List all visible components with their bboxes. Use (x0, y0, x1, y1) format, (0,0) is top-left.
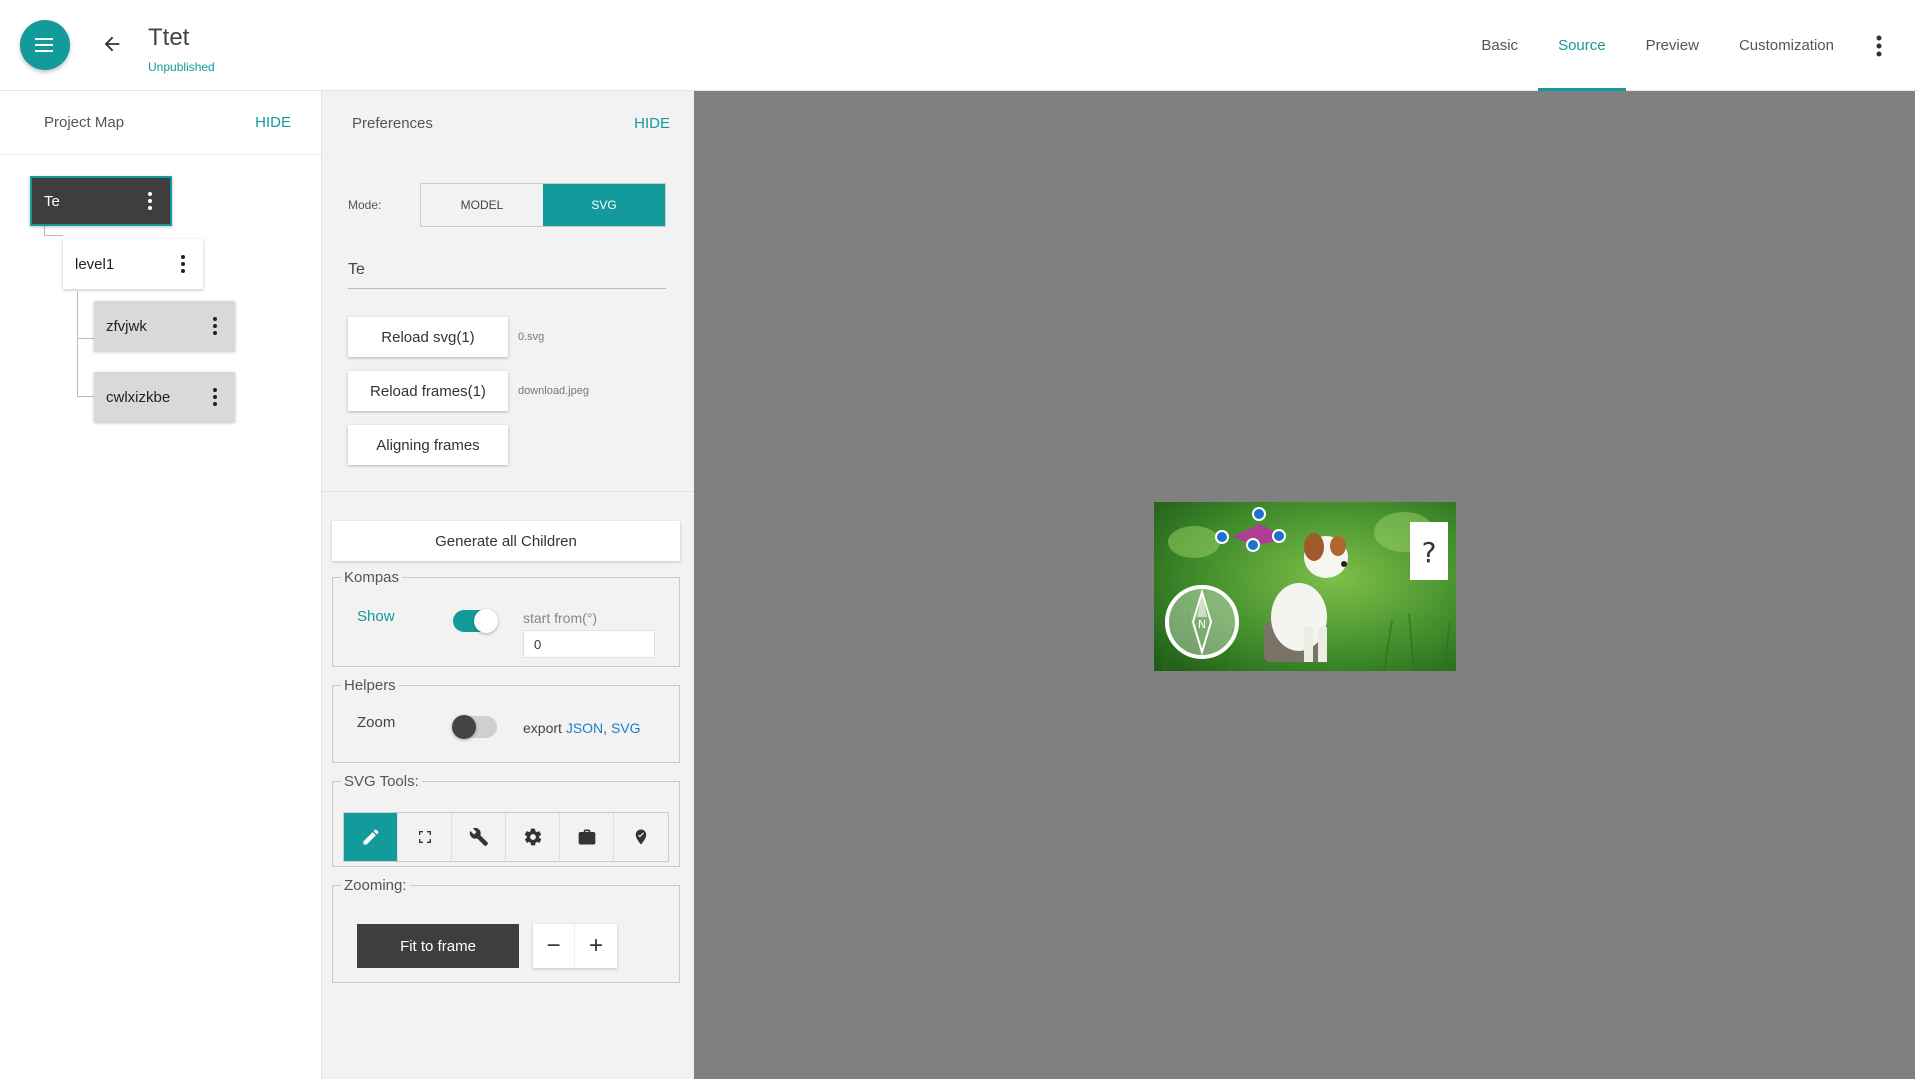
start-from-input[interactable]: 0 (523, 630, 655, 658)
divider (322, 233, 694, 234)
kompas-legend: Kompas (344, 569, 400, 586)
pencil-icon (363, 829, 378, 845)
briefcase-tool-button[interactable] (560, 813, 614, 861)
more-menu-button[interactable] (1854, 0, 1904, 91)
wrench-tool-button[interactable] (452, 813, 506, 861)
help-icon: ? (1422, 536, 1437, 569)
mode-svg-button[interactable]: SVG (543, 184, 665, 226)
mode-row: Mode: MODEL SVG (348, 183, 666, 227)
tab-customization[interactable]: Customization (1719, 0, 1854, 91)
polygon-handle[interactable] (1252, 507, 1266, 521)
kompas-show-toggle[interactable] (453, 609, 498, 633)
helpers-legend: Helpers (344, 677, 396, 694)
export-json-link[interactable]: JSON (566, 720, 603, 736)
svg-tools-group: SVG Tools: (332, 773, 680, 867)
compass-north-label: N (1198, 618, 1206, 631)
zoom-in-button[interactable]: + (575, 924, 617, 968)
marker-tool-button[interactable] (614, 813, 668, 861)
briefcase-icon (578, 829, 595, 845)
frame-image[interactable]: N ? (1154, 502, 1456, 671)
node-menu-icon[interactable] (144, 192, 156, 210)
export-svg-link[interactable]: SVG (611, 720, 641, 736)
aligning-frames-button[interactable]: Aligning frames (348, 425, 508, 465)
tab-preview[interactable]: Preview (1626, 0, 1719, 91)
reload-frames-button[interactable]: Reload frames(1) (348, 371, 508, 411)
publish-status: Unpublished (148, 60, 215, 74)
fullscreen-tool-button[interactable] (398, 813, 452, 861)
project-map-hide-button[interactable]: HIDE (255, 114, 291, 131)
wrench-icon (469, 827, 488, 847)
frame-image-graphic: N ? (1154, 502, 1456, 671)
tree-node-child[interactable]: zfvjwk (94, 301, 235, 351)
export-row: export JSON, SVG (523, 720, 641, 736)
polygon-handle[interactable] (1215, 530, 1229, 544)
export-separator: , (603, 720, 608, 736)
settings-tool-button[interactable] (506, 813, 560, 861)
export-label: export (523, 720, 562, 736)
preferences-title: Preferences (352, 114, 433, 132)
project-map-header: Project Map HIDE (0, 91, 321, 155)
node-menu-icon[interactable] (177, 255, 189, 273)
tree-connector (77, 291, 94, 339)
mode-label: Mode: (348, 198, 382, 212)
mode-model-button[interactable]: MODEL (421, 184, 543, 226)
kompas-show-label: Show (357, 608, 395, 625)
tree-node-child[interactable]: cwlxizkbe (94, 372, 235, 422)
svg-toolbar (343, 812, 669, 862)
menu-icon (35, 38, 53, 52)
name-input[interactable]: Te (348, 251, 666, 289)
divider (322, 491, 694, 492)
zooming-legend: Zooming: (344, 877, 407, 894)
fit-to-frame-button[interactable]: Fit to frame (357, 924, 519, 968)
editor-canvas[interactable]: N ? (694, 91, 1915, 1079)
helpers-group: Helpers Zoom export JSON, SVG (332, 677, 680, 763)
arrow-back-icon (104, 36, 120, 52)
svg-tools-legend: SVG Tools: (344, 773, 419, 790)
map-marker-icon (635, 829, 647, 845)
pencil-tool-button[interactable] (344, 813, 398, 861)
kompas-group: Kompas Show start from(°) 0 (332, 569, 680, 667)
preferences-header: Preferences HIDE (322, 91, 694, 155)
more-vert-icon (1876, 35, 1882, 56)
tree-node-label: zfvjwk (106, 317, 147, 335)
tab-basic[interactable]: Basic (1461, 0, 1538, 91)
gear-icon (524, 828, 541, 846)
zoom-helper-toggle[interactable] (452, 715, 497, 739)
top-tabs: Basic Source Preview Customization (1461, 0, 1919, 91)
node-menu-icon[interactable] (209, 388, 221, 406)
tree-node-level1[interactable]: level1 (63, 239, 203, 289)
generate-children-button[interactable]: Generate all Children (332, 521, 680, 561)
tree-node-label: level1 (75, 255, 115, 273)
light-patch (1168, 526, 1220, 558)
tree-node-label: Te (44, 192, 60, 210)
page-title: Ttet (148, 24, 190, 51)
start-from-label: start from(°) (523, 610, 598, 626)
polygon-handle[interactable] (1246, 538, 1260, 552)
tree-node-root[interactable]: Te (30, 176, 172, 226)
frames-file-name: download.jpeg (518, 385, 589, 397)
preferences-hide-button[interactable]: HIDE (634, 115, 670, 132)
compass-icon[interactable]: N (1165, 585, 1239, 659)
project-map-panel: Project Map HIDE Te level1 zfvjwk cwlxiz… (0, 91, 322, 1079)
reload-svg-button[interactable]: Reload svg(1) (348, 317, 508, 357)
back-button[interactable] (98, 30, 126, 58)
svg-file-name: 0.svg (518, 331, 545, 343)
tree-connector (77, 339, 94, 397)
mode-toggle: MODEL SVG (420, 183, 666, 227)
app-header: Ttet Unpublished Basic Source Preview Cu… (0, 0, 1919, 91)
polygon-handle[interactable] (1272, 529, 1286, 543)
preferences-panel: Preferences HIDE Mode: MODEL SVG Te Relo… (322, 91, 694, 1079)
zoom-controls: − + (533, 924, 617, 968)
zoom-helper-label: Zoom (357, 714, 396, 731)
zoom-out-button[interactable]: − (533, 924, 575, 968)
menu-button[interactable] (20, 20, 70, 70)
fullscreen-icon (418, 831, 431, 843)
zooming-group: Zooming: Fit to frame − + (332, 877, 680, 983)
node-menu-icon[interactable] (209, 317, 221, 335)
tab-source[interactable]: Source (1538, 0, 1626, 91)
tree-node-label: cwlxizkbe (106, 388, 171, 406)
project-map-title: Project Map (44, 114, 125, 131)
